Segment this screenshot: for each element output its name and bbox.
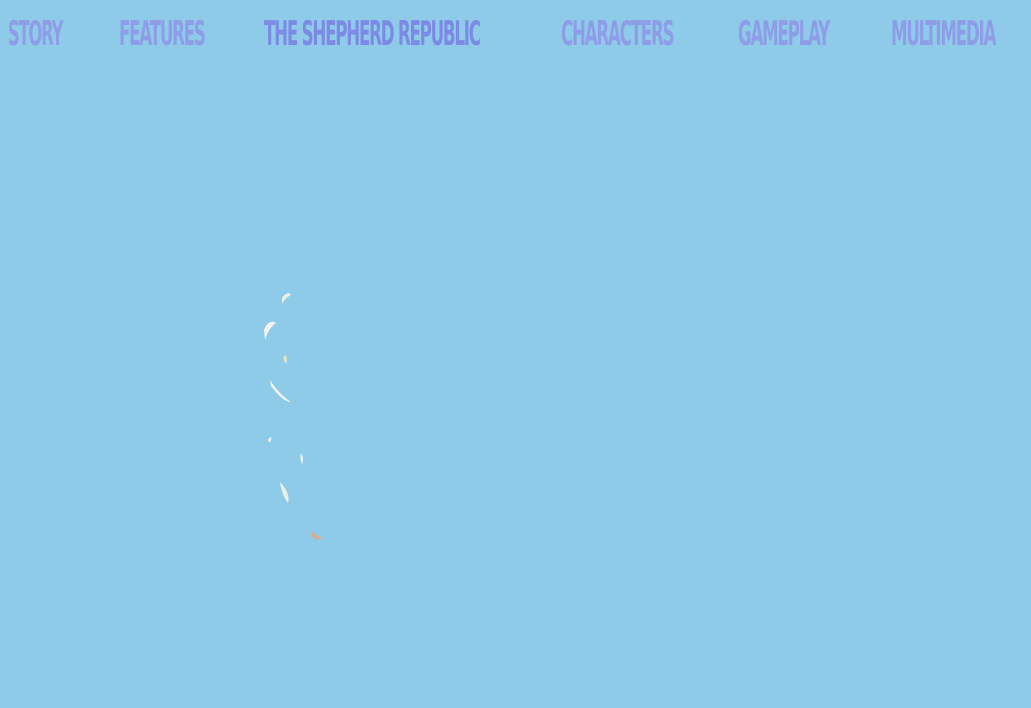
petal-1 <box>282 293 291 304</box>
nav-link-characters[interactable]: CHARACTERS <box>561 14 675 54</box>
content-stage <box>0 70 1031 708</box>
petal-5 <box>268 437 272 443</box>
nav-link-multimedia[interactable]: MULTIMEDIA <box>891 14 996 54</box>
nav-link-features[interactable]: FEATURES <box>119 14 206 54</box>
petal-6 <box>300 453 304 464</box>
petal-2 <box>264 321 276 340</box>
petal-8 <box>311 530 323 540</box>
main-navigation: STORY FEATURES THE SHEPHERD REPUBLIC CHA… <box>0 0 1031 70</box>
petal-3 <box>283 355 287 364</box>
petal-4 <box>270 380 291 402</box>
falling-petals-icon <box>264 293 323 540</box>
petal-7 <box>280 482 289 503</box>
nav-link-gameplay[interactable]: GAMEPLAY <box>738 14 830 54</box>
nav-link-shepherd-republic[interactable]: THE SHEPHERD REPUBLIC <box>264 14 481 54</box>
nav-link-story[interactable]: STORY <box>8 14 63 54</box>
